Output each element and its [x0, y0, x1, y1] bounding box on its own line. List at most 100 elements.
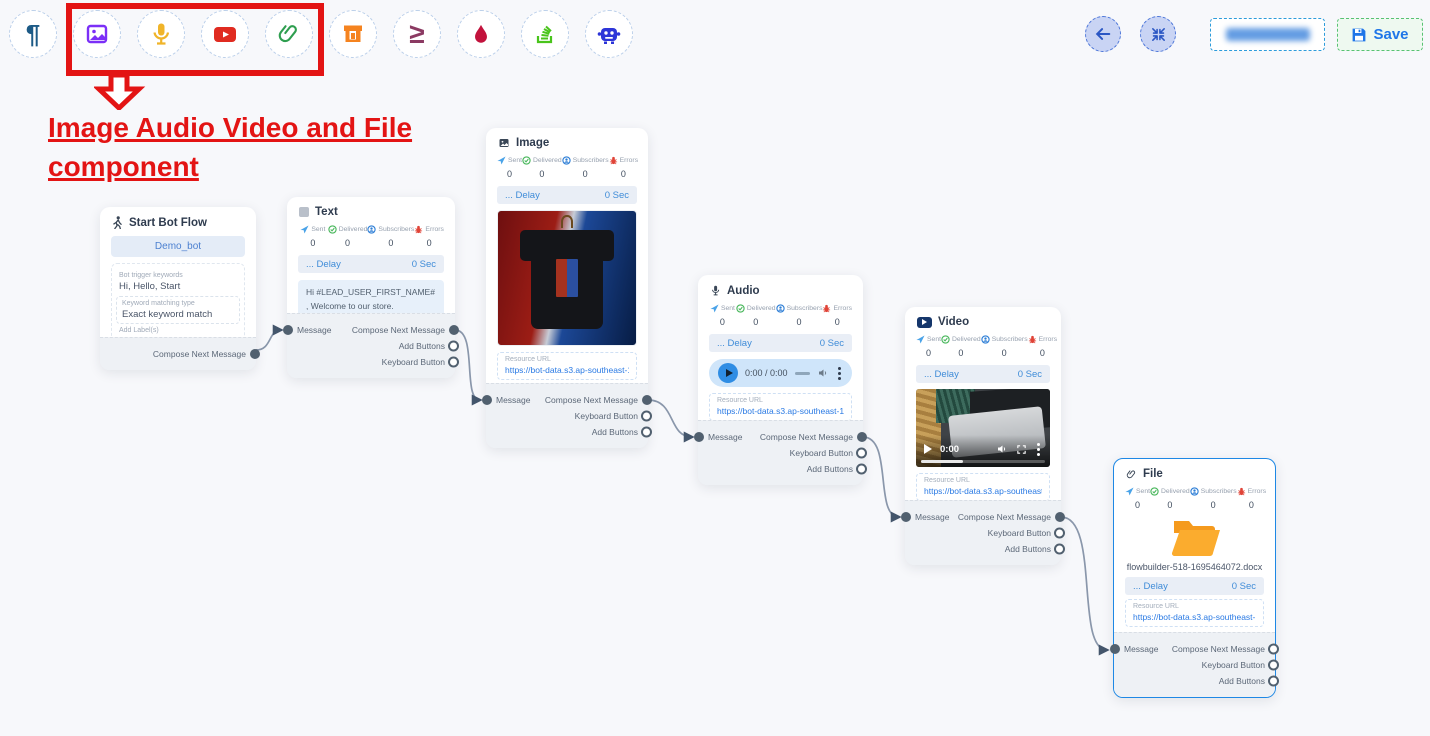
- port-add-buttons[interactable]: [641, 427, 652, 438]
- delay-bar[interactable]: ... Delay 0 Sec: [497, 186, 637, 204]
- video-time: 0:00: [940, 444, 959, 455]
- image-node[interactable]: Image Sent 0 Delivered 0 Subscribers 0 E…: [486, 128, 648, 448]
- toolbar-sequence-component[interactable]: [521, 10, 569, 58]
- port-compose-next-message[interactable]: [1055, 512, 1065, 522]
- delivered-icon: [736, 304, 745, 313]
- port-keyboard-button[interactable]: [1054, 528, 1065, 539]
- delay-bar[interactable]: ... Delay 0 Sec: [916, 365, 1050, 383]
- fullscreen-icon[interactable]: [1016, 444, 1027, 455]
- matching-type-value[interactable]: Exact keyword match: [122, 309, 234, 320]
- port-compose-next-message[interactable]: [1268, 644, 1279, 655]
- save-button[interactable]: Save: [1337, 18, 1423, 51]
- port-label: Add Buttons: [592, 427, 638, 437]
- folder-icon[interactable]: [1169, 515, 1221, 557]
- video-preview[interactable]: 0:00: [916, 389, 1050, 467]
- port-compose-next-message[interactable]: [449, 325, 459, 335]
- delay-bar[interactable]: ... Delay 0 Sec: [1125, 577, 1264, 595]
- port-message-in[interactable]: [694, 432, 704, 442]
- port-add-buttons[interactable]: [856, 464, 867, 475]
- errors-icon: [414, 225, 423, 234]
- port-label: Message: [297, 325, 332, 335]
- toolbar-audio-component[interactable]: [137, 10, 185, 58]
- robot-icon: [596, 21, 622, 47]
- port-keyboard-button[interactable]: [856, 448, 867, 459]
- port-compose-next-message[interactable]: [857, 432, 867, 442]
- delay-bar[interactable]: ... Delay 0 Sec: [298, 255, 444, 273]
- video-progress-bar[interactable]: [921, 460, 1044, 463]
- resource-url-box: Resource URL https://bot-data.s3.ap-sout…: [497, 352, 637, 380]
- stats-row: Sent 0 Delivered 0 Subscribers 0 Errors …: [298, 225, 444, 248]
- fit-view-button[interactable]: [1140, 16, 1176, 52]
- port-add-buttons[interactable]: [448, 341, 459, 352]
- bot-name-button[interactable]: Demo_bot: [111, 236, 245, 257]
- toolbar-image-component[interactable]: [73, 10, 121, 58]
- toolbar-text-component[interactable]: ¶: [9, 10, 57, 58]
- delivered-icon: [1150, 487, 1159, 496]
- stat-subscribers: Subscribers 0: [776, 304, 823, 327]
- port-label: Keyboard Button: [790, 448, 853, 458]
- toolbar-ecommerce-component[interactable]: [329, 10, 377, 58]
- resource-url-link[interactable]: https://bot-data.s3.ap-southeast-1.wasab…: [1133, 612, 1256, 622]
- trigger-keywords-value[interactable]: Hi, Hello, Start: [119, 281, 237, 292]
- audio-node[interactable]: Audio Sent 0 Delivered 0 Subscribers 0 E…: [698, 275, 863, 485]
- start-bot-flow-node[interactable]: Start Bot Flow Demo_bot Bot trigger keyw…: [100, 207, 256, 370]
- port-label: Message: [496, 395, 531, 405]
- port-message-in[interactable]: [283, 325, 293, 335]
- port-label: Keyboard Button: [1202, 660, 1265, 670]
- audio-progress[interactable]: [795, 372, 810, 375]
- video-node[interactable]: Video Sent 0 Delivered 0 Subscribers 0 E…: [905, 307, 1061, 565]
- redacted-button[interactable]: [1210, 18, 1325, 51]
- file-name: flowbuilder-518-1695464072.docx: [1125, 562, 1264, 572]
- delay-label: ... Delay: [505, 190, 540, 201]
- paperclip-icon: [277, 22, 301, 46]
- stat-subscribers: Subscribers 0: [981, 335, 1028, 358]
- greater-equal-icon: ≥: [409, 20, 424, 48]
- resource-url-link[interactable]: https://bot-data.s3.ap-southeast-1.wasab…: [924, 486, 1042, 496]
- droplet-icon: [470, 23, 492, 45]
- port-compose-next-message[interactable]: [642, 395, 652, 405]
- wire-image-to-audio: [648, 400, 692, 437]
- port-add-buttons[interactable]: [1268, 676, 1279, 687]
- delay-bar[interactable]: ... Delay 0 Sec: [709, 334, 852, 352]
- port-label: Add Buttons: [399, 341, 445, 351]
- delay-label: ... Delay: [924, 369, 959, 380]
- port-message-in[interactable]: [901, 512, 911, 522]
- node-title: Video: [938, 316, 969, 328]
- toolbar-drip-component[interactable]: [457, 10, 505, 58]
- resource-url-label: Resource URL: [505, 356, 629, 363]
- keyword-matching-box[interactable]: Keyword matching type Exact keyword matc…: [116, 296, 240, 324]
- resource-url-link[interactable]: https://bot-data.s3.ap-southeast-1.wasab…: [505, 365, 629, 375]
- toolbar-bot-component[interactable]: [585, 10, 633, 58]
- matching-type-label: Keyword matching type: [122, 300, 234, 307]
- port-keyboard-button[interactable]: [641, 411, 652, 422]
- toolbar-file-component[interactable]: [265, 10, 313, 58]
- video-icon: [917, 317, 932, 328]
- delivered-icon: [328, 225, 337, 234]
- kebab-menu-icon[interactable]: [838, 372, 841, 375]
- play-button[interactable]: [718, 363, 738, 383]
- image-preview[interactable]: [497, 210, 637, 346]
- port-add-buttons[interactable]: [1054, 544, 1065, 555]
- port-message-in[interactable]: [482, 395, 492, 405]
- toolbar-video-component[interactable]: [201, 10, 249, 58]
- resource-url-link[interactable]: https://bot-data.s3.ap-southeast-1.wasab…: [717, 406, 844, 416]
- image-icon: [85, 22, 109, 46]
- stats-row: Sent 0 Delivered 0 Subscribers 0 Errors …: [497, 156, 637, 179]
- volume-icon[interactable]: [996, 443, 1008, 455]
- back-button[interactable]: [1085, 16, 1121, 52]
- audio-player[interactable]: 0:00 / 0:00: [709, 359, 852, 387]
- delay-value: 0 Sec: [412, 259, 436, 270]
- play-icon[interactable]: [924, 444, 932, 454]
- port-message-in[interactable]: [1110, 644, 1120, 654]
- paperclip-icon: [1126, 469, 1137, 480]
- file-node[interactable]: File Sent 0 Delivered 0 Subscribers 0 Er…: [1113, 458, 1276, 698]
- port-keyboard-button[interactable]: [1268, 660, 1279, 671]
- wire-video-to-file: [1061, 517, 1107, 650]
- toolbar-condition-component[interactable]: ≥: [393, 10, 441, 58]
- port-compose-next-message[interactable]: [250, 349, 260, 359]
- port-keyboard-button[interactable]: [448, 357, 459, 368]
- text-node[interactable]: Text Sent 0 Delivered 0 Subscribers 0 Er…: [287, 197, 455, 378]
- kebab-menu-icon[interactable]: [1037, 448, 1040, 451]
- port-label: Keyboard Button: [575, 411, 638, 421]
- volume-icon[interactable]: [817, 367, 829, 379]
